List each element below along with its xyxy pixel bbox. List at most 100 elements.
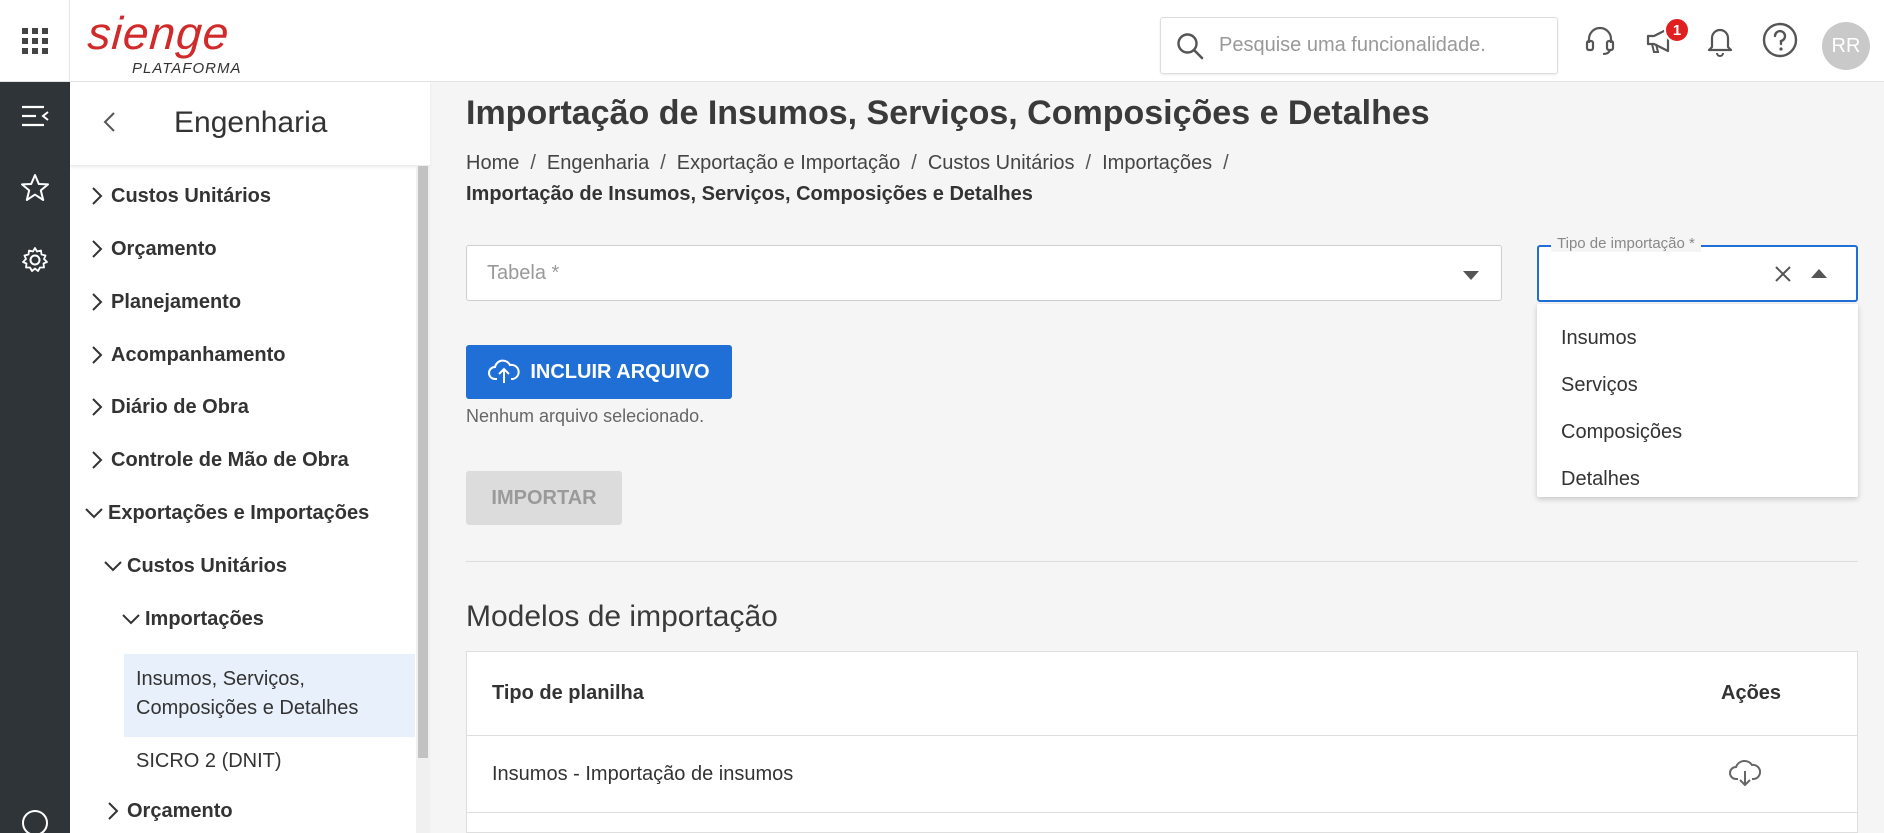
tipo-importacao-select[interactable]: Tipo de importação * — [1537, 235, 1858, 302]
settings-button[interactable] — [17, 244, 53, 280]
breadcrumb-separator: / — [530, 152, 536, 174]
sidebar-item-sicro[interactable]: SICRO 2 (DNIT) — [136, 747, 282, 776]
tabela-placeholder: Tabela * — [487, 262, 560, 284]
breadcrumb-home[interactable]: Home — [466, 152, 519, 174]
apps-grid-icon — [21, 28, 48, 54]
option-composicoes[interactable]: Composições — [1561, 421, 1682, 444]
main-content: Importação de Insumos, Serviços, Composi… — [430, 82, 1884, 833]
breadcrumb-engenharia[interactable]: Engenharia — [547, 152, 649, 174]
section-divider — [466, 561, 1858, 562]
sidebar-item-custos-unitarios[interactable]: Custos Unitários — [87, 176, 271, 216]
back-button[interactable] — [92, 106, 128, 142]
incluir-arquivo-button[interactable]: INCLUIR ARQUIVO — [466, 345, 732, 399]
breadcrumb-custos-unitarios[interactable]: Custos Unitários — [928, 152, 1075, 174]
sidebar-item-label: Planejamento — [111, 290, 242, 313]
sidebar-item-label: Custos Unitários — [111, 184, 272, 207]
chevron-right-icon — [87, 397, 107, 417]
option-detalhes[interactable]: Detalhes — [1561, 468, 1640, 491]
sidebar-item-orcamento[interactable]: Orçamento — [87, 229, 217, 269]
tipo-importacao-label: Tipo de importação * — [1551, 235, 1701, 252]
menu-collapse-icon — [20, 103, 50, 134]
sidebar-item-diario-de-obra[interactable]: Diário de Obra — [87, 387, 249, 427]
modelos-section-title: Modelos de importação — [466, 600, 778, 633]
help-button[interactable] — [1760, 22, 1800, 62]
logo-subtitle: PLATAFORMA — [132, 60, 242, 77]
search-input[interactable] — [1219, 18, 1549, 73]
apps-menu-button[interactable] — [0, 0, 70, 82]
page-title: Importação de Insumos, Serviços, Composi… — [466, 94, 1430, 132]
menu-collapse-button[interactable] — [17, 100, 53, 136]
sidebar-header: Engenharia — [70, 82, 430, 166]
sidebar-subitem-custos-unitarios[interactable]: Custos Unitários — [103, 546, 287, 586]
importar-button[interactable]: IMPORTAR — [466, 471, 622, 525]
table-cell-tipo: Insumos - Importação de insumos — [492, 763, 794, 785]
help-icon — [1761, 21, 1799, 64]
user-avatar[interactable]: RR — [1822, 22, 1870, 70]
search-box[interactable] — [1160, 17, 1558, 74]
caret-down-icon — [1463, 268, 1479, 286]
favorites-button[interactable] — [17, 172, 53, 208]
sidebar-item-label: Acompanhamento — [111, 343, 286, 366]
table-row: Insumos - Importação de insumos — [467, 736, 1857, 813]
caret-up-icon — [1811, 266, 1827, 284]
chevron-down-icon — [84, 503, 104, 523]
breadcrumb-separator: / — [660, 152, 666, 174]
sidebar-item-acompanhamento[interactable]: Acompanhamento — [87, 335, 285, 375]
column-header-tipo: Tipo de planilha — [492, 682, 644, 704]
chevron-right-icon — [87, 186, 107, 206]
download-model-button[interactable] — [1725, 755, 1765, 795]
option-servicos[interactable]: Serviços — [1561, 374, 1638, 397]
sidebar-title: Engenharia — [174, 106, 328, 139]
table-header-row: Tipo de planilha Ações — [467, 652, 1857, 736]
star-icon — [20, 173, 50, 208]
tabela-select[interactable]: Tabela * — [466, 245, 1502, 301]
sidebar-subitem-orcamento[interactable]: Orçamento — [103, 791, 233, 831]
breadcrumb-current: Importação de Insumos, Serviços, Composi… — [466, 183, 1033, 205]
sidebar-item-planejamento[interactable]: Planejamento — [87, 282, 241, 322]
clear-icon[interactable] — [1771, 262, 1795, 286]
chevron-right-icon — [87, 450, 107, 470]
chevron-right-icon — [87, 239, 107, 259]
modelos-table: Tipo de planilha Ações Insumos - Importa… — [466, 651, 1858, 833]
file-status-text: Nenhum arquivo selecionado. — [466, 406, 705, 426]
option-insumos[interactable]: Insumos — [1561, 327, 1637, 350]
chevron-down-icon — [103, 556, 123, 576]
sidebar-leaf-label-line1: Insumos, Serviços, — [136, 668, 305, 690]
breadcrumb: Home / Engenharia / Exportação e Importação /… — [466, 152, 1240, 175]
sidebar-item-label: Orçamento — [111, 237, 217, 260]
sidebar: Engenharia Custos Unitários Orçamento Pl… — [70, 82, 430, 833]
support-button[interactable] — [1580, 22, 1620, 62]
search-icon — [1175, 31, 1205, 66]
cloud-download-icon — [1728, 758, 1762, 793]
sidebar-item-label: Orçamento — [127, 799, 233, 822]
tipo-importacao-dropdown: Insumos Serviços Composições Detalhes — [1537, 304, 1858, 497]
sidebar-subitem-importacoes[interactable]: Importações — [121, 599, 264, 639]
breadcrumb-separator: / — [911, 152, 917, 174]
sidebar-item-label: Custos Unitários — [127, 554, 288, 577]
breadcrumb-separator: / — [1085, 152, 1092, 174]
sidebar-item-insumos-servicos-active[interactable]: Insumos, Serviços, Composições e Detalhe… — [124, 654, 415, 737]
notifications-button[interactable] — [1700, 22, 1740, 62]
logo-wordmark: sienge — [86, 7, 232, 59]
sidebar-leaf-label-line2: Composições e Detalhes — [136, 697, 359, 719]
sidebar-scrollbar-thumb[interactable] — [418, 166, 428, 758]
sidebar-item-label: Diário de Obra — [111, 395, 249, 418]
breadcrumb-exportacao-importacao[interactable]: Exportação e Importação — [677, 152, 900, 174]
phone-button[interactable] — [17, 807, 53, 833]
chevron-down-icon — [121, 609, 141, 629]
bell-icon — [1704, 23, 1736, 62]
sienge-logo[interactable]: sienge PLATAFORMA — [86, 7, 248, 78]
left-rail — [0, 82, 70, 833]
gear-icon — [21, 246, 49, 279]
phone-icon — [20, 808, 50, 833]
headset-icon — [1583, 23, 1617, 62]
sidebar-item-exportacoes-importacoes[interactable]: Exportações e Importações — [84, 493, 369, 533]
sidebar-item-label: Importações — [145, 607, 264, 630]
sidebar-item-controle-mao-de-obra[interactable]: Controle de Mão de Obra — [87, 440, 349, 480]
sidebar-item-label: Exportações e Importações — [108, 501, 370, 524]
chevron-left-icon — [100, 110, 120, 139]
chevron-right-icon — [87, 345, 107, 365]
incluir-arquivo-label: INCLUIR ARQUIVO — [530, 360, 710, 383]
sidebar-item-label: Controle de Mão de Obra — [111, 448, 349, 471]
breadcrumb-importacoes[interactable]: Importações — [1102, 152, 1212, 174]
